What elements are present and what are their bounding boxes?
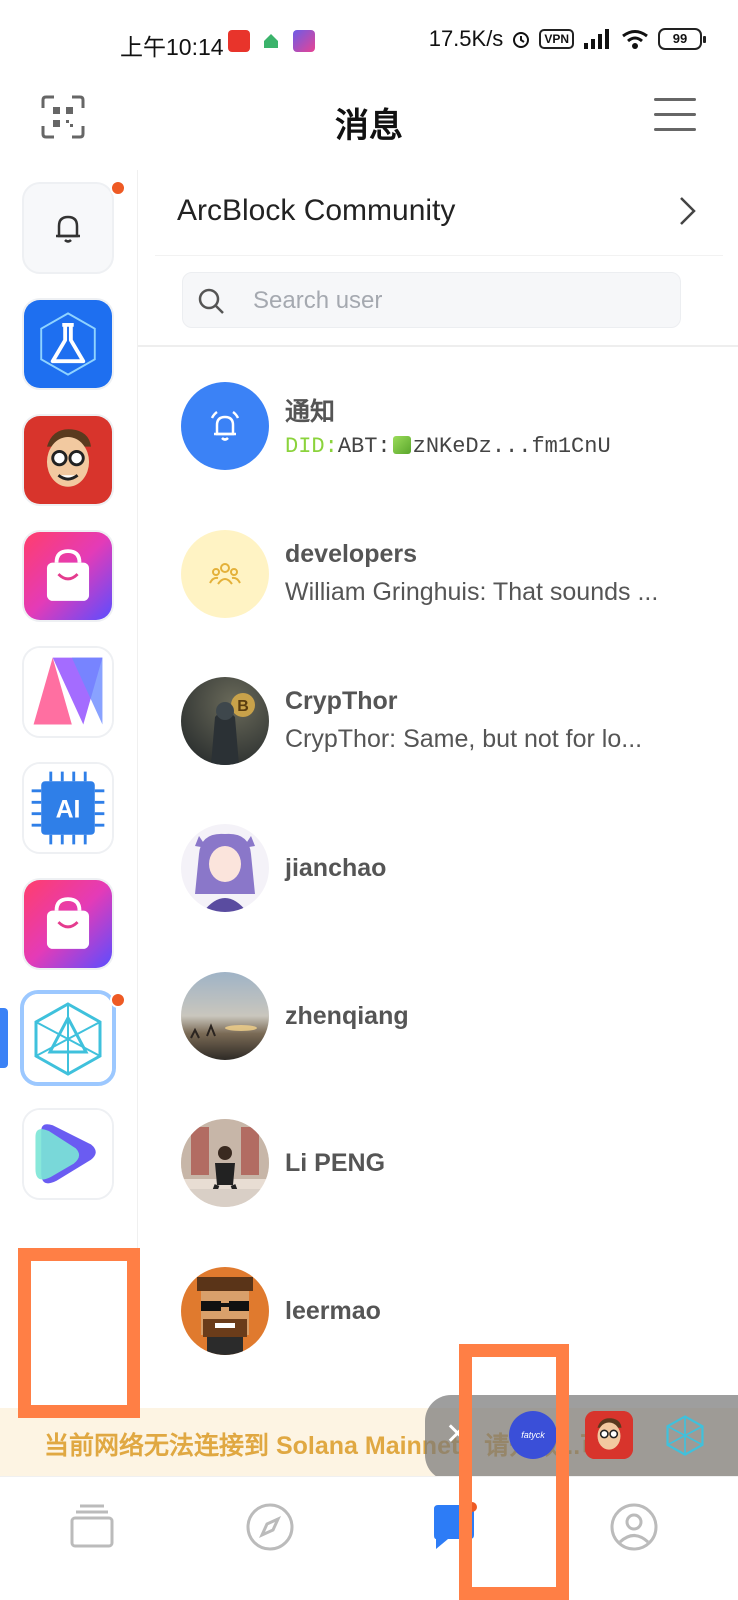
- chat-item-notifications[interactable]: 通知 DID:ABT: zNKeDz...fm1CnU: [155, 370, 723, 510]
- did-address: DID:ABT: zNKeDz...fm1CnU: [285, 434, 611, 459]
- cartoon-face-icon: [585, 1411, 633, 1459]
- crypthor-avatar: B: [181, 677, 269, 765]
- arcblock-cube-icon: [24, 994, 112, 1082]
- floating-app-arcblock[interactable]: [661, 1411, 709, 1459]
- community-header[interactable]: ArcBlock Community: [155, 170, 723, 256]
- hamburger-menu-icon[interactable]: [654, 98, 696, 132]
- tab-discover[interactable]: [242, 1499, 298, 1555]
- jianchao-avatar: [181, 824, 269, 912]
- app-sidebar: AI: [0, 170, 138, 1425]
- sidebar-item-store-1[interactable]: [22, 530, 114, 622]
- group-icon: [181, 530, 269, 618]
- header: 消息: [0, 80, 738, 170]
- cards-icon: [70, 1504, 114, 1548]
- chat-name: 通知: [285, 398, 336, 426]
- search-input[interactable]: [253, 283, 653, 319]
- chat-item-leermao[interactable]: leermao: [155, 1255, 723, 1395]
- app-notification-icon: [293, 30, 315, 52]
- tab-profile[interactable]: [606, 1499, 662, 1555]
- chat-last-message: William Gringhuis: That sounds ...: [285, 578, 659, 606]
- ai-chip-icon: AI: [24, 764, 112, 852]
- flask-icon: [24, 300, 112, 388]
- chat-item-zhenqiang[interactable]: zhenqiang: [155, 960, 723, 1100]
- pixel-avatar: [181, 1267, 269, 1355]
- chat-item-developers[interactable]: developers William Gringhuis: That sound…: [155, 518, 723, 658]
- chat-last-message: CrypThor: Same, but not for lo...: [285, 725, 643, 753]
- compass-icon: [246, 1503, 294, 1551]
- sidebar-item-play-app[interactable]: [22, 1108, 114, 1200]
- sidebar-item-cartoon-app[interactable]: [22, 414, 114, 506]
- play-logo-icon: [24, 1110, 112, 1198]
- sidebar-item-ai-app[interactable]: AI: [22, 762, 114, 854]
- floating-app-cartoon[interactable]: [585, 1411, 633, 1459]
- zhenqiang-avatar: [181, 972, 269, 1060]
- alarm-bell-icon: [181, 382, 269, 470]
- notification-badge: [110, 180, 126, 196]
- wifi-icon: [622, 30, 648, 49]
- chat-name: jianchao: [285, 854, 387, 882]
- sidebar-item-notifications[interactable]: [22, 182, 114, 274]
- active-indicator: [0, 1008, 8, 1068]
- svg-text:AI: AI: [56, 796, 81, 824]
- bell-icon: [56, 215, 80, 243]
- chat-item-li-peng[interactable]: Li PENG: [155, 1107, 723, 1247]
- n-logo-icon: [24, 648, 112, 736]
- user-circle-icon: [610, 1503, 658, 1551]
- li-peng-avatar: [181, 1119, 269, 1207]
- annotation-box-tab: [459, 1344, 569, 1600]
- sidebar-item-arcblock-community[interactable]: [20, 990, 116, 1086]
- chat-name: Li PENG: [285, 1149, 386, 1177]
- chat-item-jianchao[interactable]: jianchao: [155, 812, 723, 952]
- chat-name: CrypThor: [285, 687, 398, 715]
- sidebar-item-blocklet-lab[interactable]: [22, 298, 114, 390]
- chat-name: leermao: [285, 1297, 381, 1325]
- shopping-bag-icon: [24, 532, 112, 620]
- sidebar-item-n-app[interactable]: [22, 646, 114, 738]
- search-box: [182, 272, 681, 328]
- net-speed: 17.5K/s: [428, 26, 504, 51]
- svg-text:B: B: [237, 698, 249, 715]
- search-icon: [198, 288, 224, 314]
- red-envelope-icon: [228, 30, 250, 52]
- home-icon: [262, 30, 280, 52]
- chat-item-crypthor[interactable]: B CrypThor CrypThor: Same, but not for l…: [155, 665, 723, 805]
- status-bar: 上午10:14 17.5K/s VPN 99: [0, 0, 738, 80]
- tab-wallet[interactable]: [64, 1499, 120, 1555]
- community-badge: [110, 992, 126, 1008]
- page-title: 消息: [335, 107, 403, 145]
- chat-name: zhenqiang: [285, 1002, 409, 1030]
- divider: [138, 345, 738, 347]
- sidebar-item-store-2[interactable]: [22, 878, 114, 970]
- cartoon-face-icon: [24, 416, 112, 504]
- annotation-box-left: [18, 1248, 140, 1418]
- battery-icon: 99: [658, 28, 706, 50]
- alarm-icon: [513, 32, 530, 48]
- arcblock-cube-icon: [666, 1415, 704, 1456]
- chevron-right-icon: [680, 197, 696, 225]
- vpn-badge: VPN: [539, 29, 574, 49]
- shopping-bag-icon: [24, 880, 112, 968]
- bottom-tab-bar: [0, 1476, 738, 1600]
- signal-icon: [584, 29, 609, 49]
- chat-name: developers: [285, 540, 418, 568]
- status-time: 上午10:14: [120, 34, 224, 60]
- community-name: ArcBlock Community: [177, 194, 456, 227]
